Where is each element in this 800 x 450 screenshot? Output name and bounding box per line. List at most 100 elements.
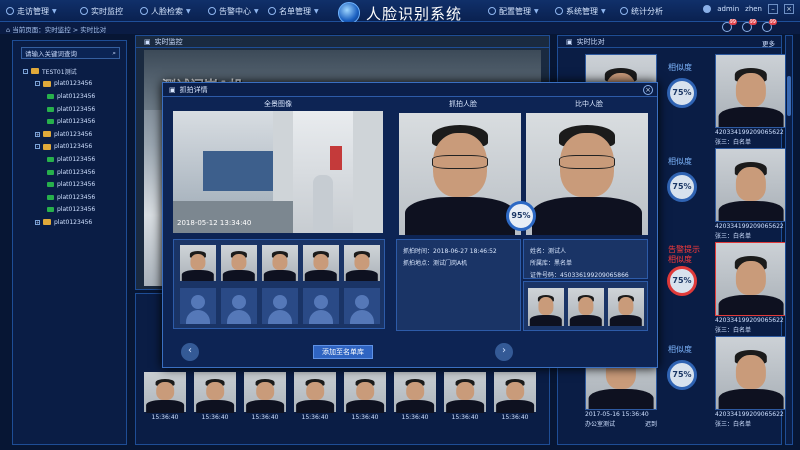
tree-node[interactable]: plat0123456 xyxy=(13,204,126,217)
nav-item-monitor[interactable]: 实时监控 xyxy=(80,4,123,18)
close-button[interactable]: × xyxy=(784,4,794,14)
search-input[interactable]: 请输入关键词查询 ⌕ xyxy=(21,47,120,59)
minimize-button[interactable]: – xyxy=(768,4,778,14)
config-icon xyxy=(488,7,496,15)
scene-image[interactable]: 2018-05-12 13:34:40 xyxy=(173,111,383,233)
nav-item-alarm[interactable]: 告警中心 ▼ xyxy=(208,4,259,18)
nav-item-stats[interactable]: 统计分析 xyxy=(620,4,663,18)
captured-face-thumb[interactable] xyxy=(221,245,257,281)
camera-icon xyxy=(47,93,54,99)
camera-icon xyxy=(47,169,54,175)
library-image[interactable] xyxy=(715,54,787,128)
alert-icon[interactable]: 99 xyxy=(762,19,777,32)
library-image[interactable] xyxy=(715,148,787,222)
scene-timestamp: 2018-05-12 13:34:40 xyxy=(177,219,252,227)
device-tree: - TEST01测试 - plat0123456 plat0123456 plat0123… xyxy=(13,65,126,229)
tree-node[interactable]: plat0123456 xyxy=(13,153,126,166)
more-link[interactable]: 更多 xyxy=(762,38,775,48)
matched-face[interactable] xyxy=(526,113,648,235)
tree-node[interactable]: - TEST01测试 xyxy=(13,65,126,78)
tree-node[interactable]: plat0123456 xyxy=(13,191,126,204)
capture-face-image[interactable] xyxy=(394,372,436,413)
nav-item-face-search[interactable]: 人脸检索 ▼ xyxy=(140,4,191,18)
folder-icon xyxy=(43,219,51,226)
tree-node[interactable]: plat0123456 xyxy=(13,103,126,116)
tree-node[interactable]: plat0123456 xyxy=(13,90,126,103)
message-icon[interactable]: 99 xyxy=(742,19,757,32)
face-search-icon xyxy=(140,7,148,15)
folder-icon xyxy=(43,80,51,87)
tree-node[interactable]: - plat0123456 xyxy=(13,141,126,154)
captured-face-thumb[interactable] xyxy=(262,245,298,281)
tree-node[interactable]: + plat0123456 xyxy=(13,128,126,141)
tree-node-label: plat0123456 xyxy=(57,206,96,214)
matched-face-thumb[interactable] xyxy=(608,288,644,326)
tree-node[interactable]: - plat0123456 xyxy=(13,78,126,91)
tree-node[interactable]: plat0123456 xyxy=(13,166,126,179)
search-icon[interactable]: ⌕ xyxy=(112,49,116,58)
expand-toggle-icon[interactable]: + xyxy=(35,131,40,137)
user-name[interactable]: admin xyxy=(717,5,739,13)
tree-node[interactable]: plat0123456 xyxy=(13,178,126,191)
capture-time: 15:36:40 xyxy=(251,414,279,421)
capture-thumb[interactable]: 15:36:40 xyxy=(144,372,186,421)
capture-thumb[interactable]: 15:36:40 xyxy=(394,372,436,421)
capture-face-image[interactable] xyxy=(194,372,236,413)
tree-node[interactable]: plat0123456 xyxy=(13,115,126,128)
similarity-badge: 75% xyxy=(667,266,697,296)
scrollbar-thumb[interactable] xyxy=(787,76,791,116)
expand-toggle-icon[interactable]: - xyxy=(35,144,40,150)
device-tree-panel: 请输入关键词查询 ⌕ - TEST01测试 - plat0123456 plat01234… xyxy=(12,40,127,445)
tree-node-label: plat0123456 xyxy=(57,92,96,100)
capture-face-image[interactable] xyxy=(294,372,336,413)
person-id: 420334199209065622 xyxy=(715,317,784,324)
person-icon xyxy=(232,295,246,309)
capture-face-image[interactable] xyxy=(244,372,286,413)
capture-detail-dialog: ▣ 抓拍详情 × 全景图像 抓拍人脸 比中人脸 2018-05-12 13:34:… xyxy=(162,82,658,368)
video-icon: ▣ xyxy=(144,37,151,46)
capture-face-image[interactable] xyxy=(494,372,536,413)
capture-time: 15:36:40 xyxy=(501,414,529,421)
matched-face-thumb[interactable] xyxy=(568,288,604,326)
person-name: 张三：白名单 xyxy=(715,421,752,428)
next-button[interactable]: › xyxy=(495,343,513,361)
capture-face-image[interactable] xyxy=(344,372,386,413)
capture-thumb[interactable]: 15:36:40 xyxy=(444,372,486,421)
expand-toggle-icon[interactable]: - xyxy=(23,68,28,74)
nav-item-visit[interactable]: 走访管理 ▼ xyxy=(6,4,57,18)
library-image[interactable] xyxy=(715,242,787,316)
nav-item-config[interactable]: 配置管理 ▼ xyxy=(488,4,539,18)
capture-thumb[interactable]: 15:36:40 xyxy=(244,372,286,421)
person-name: 张三：白名单 xyxy=(715,139,752,146)
camera-icon xyxy=(47,119,54,125)
tree-node-label: plat0123456 xyxy=(57,105,96,113)
capture-thumb[interactable]: 15:36:40 xyxy=(194,372,236,421)
expand-toggle-icon[interactable]: - xyxy=(35,81,40,87)
captured-face[interactable] xyxy=(399,113,521,235)
capture-face-image[interactable] xyxy=(144,372,186,413)
bell-icon[interactable]: 99 xyxy=(722,19,737,32)
captured-face-thumb[interactable] xyxy=(344,245,380,281)
dialog-close-button[interactable]: × xyxy=(643,85,653,95)
tree-node[interactable]: + plat0123456 xyxy=(13,216,126,229)
folder-icon xyxy=(43,131,51,138)
tree-node-label: plat0123456 xyxy=(54,130,93,138)
scrollbar[interactable] xyxy=(785,35,793,445)
library-image[interactable] xyxy=(715,336,787,410)
capture-thumb[interactable]: 15:36:40 xyxy=(494,372,536,421)
capture-thumb[interactable]: 15:36:40 xyxy=(344,372,386,421)
captured-face-thumb[interactable] xyxy=(303,245,339,281)
capture-thumb[interactable]: 15:36:40 xyxy=(294,372,336,421)
expand-toggle-icon[interactable]: + xyxy=(35,219,40,225)
monitor-icon xyxy=(80,7,88,15)
captured-face-thumb[interactable] xyxy=(180,245,216,281)
add-to-list-button[interactable]: 添加至名单库 xyxy=(313,345,373,359)
nav-item-system[interactable]: 系统管理 ▼ xyxy=(555,4,606,18)
capture-time: 2018-06-27 18:46:52 xyxy=(433,248,497,255)
capture-face-image[interactable] xyxy=(444,372,486,413)
prev-button[interactable]: ‹ xyxy=(181,343,199,361)
nav-item-list[interactable]: 名单管理 ▼ xyxy=(268,4,319,18)
camera-icon xyxy=(47,182,54,188)
empty-face-placeholder xyxy=(344,288,380,324)
matched-face-thumb[interactable] xyxy=(528,288,564,326)
